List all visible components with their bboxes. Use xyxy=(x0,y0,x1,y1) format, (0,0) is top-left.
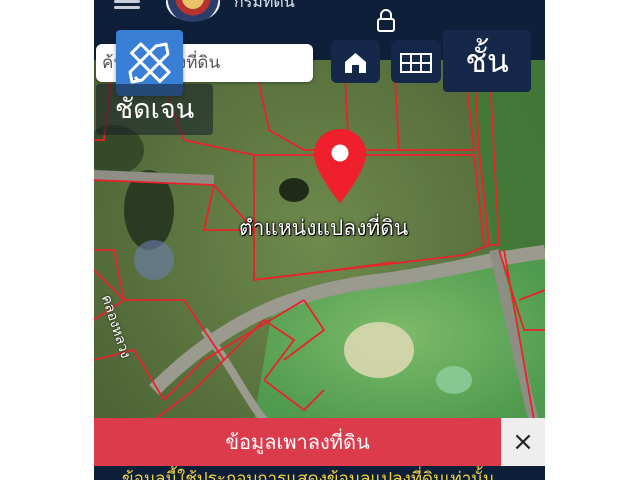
department-logo xyxy=(166,0,220,22)
pin-label: ตำแหน่งแปลงที่ดิน xyxy=(239,216,409,240)
notice-strip: ข้อมูลนี้ใช้ประกอบการแสดงข้อมูลแปลงที่ดิ… xyxy=(94,466,545,480)
lock-icon[interactable] xyxy=(375,8,397,34)
grid-icon xyxy=(400,53,432,73)
app-title: กรมที่ดิน xyxy=(234,0,295,11)
home-button[interactable] xyxy=(331,40,380,83)
location-pin-icon[interactable] xyxy=(312,127,368,205)
home-icon xyxy=(345,53,366,73)
notice-text: ข้อมูลนี้ใช้ประกอบการแสดงข้อมูลแปลงที่ดิ… xyxy=(122,469,495,480)
clarity-toggle[interactable]: ชัดเจน xyxy=(96,84,213,135)
close-button[interactable]: × xyxy=(501,418,545,466)
menu-icon[interactable] xyxy=(114,0,140,9)
phone-screen: กรมที่ดิน ค้นหาแปลงที่ดิน ชั้น ชัดเจน ตำ… xyxy=(94,0,545,480)
parcel-info-bar[interactable]: ข้อมูลเพาลงที่ดิน xyxy=(94,418,501,466)
layer-button[interactable]: ชั้น xyxy=(443,30,531,92)
table-view-button[interactable] xyxy=(391,40,441,83)
